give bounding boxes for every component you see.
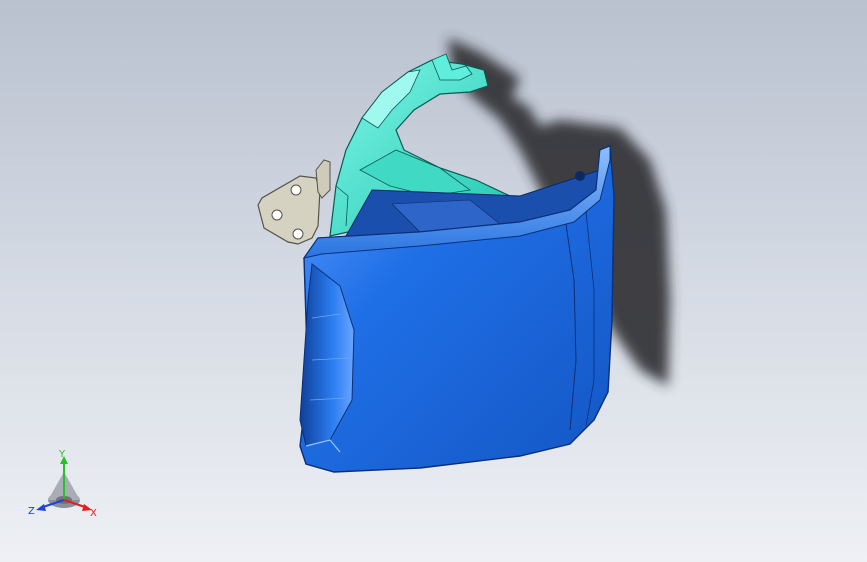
cad-graphics-viewport[interactable]: Y X Z xyxy=(0,0,867,562)
z-axis-label: Z xyxy=(28,506,35,517)
z-axis-arrow xyxy=(36,504,46,511)
y-axis-label: Y xyxy=(58,449,66,460)
coordinate-triad[interactable]: Y X Z xyxy=(26,448,106,520)
3d-model-scene[interactable] xyxy=(0,0,867,562)
x-axis-label: X xyxy=(90,508,97,519)
hinge-bracket-part[interactable] xyxy=(257,159,331,245)
